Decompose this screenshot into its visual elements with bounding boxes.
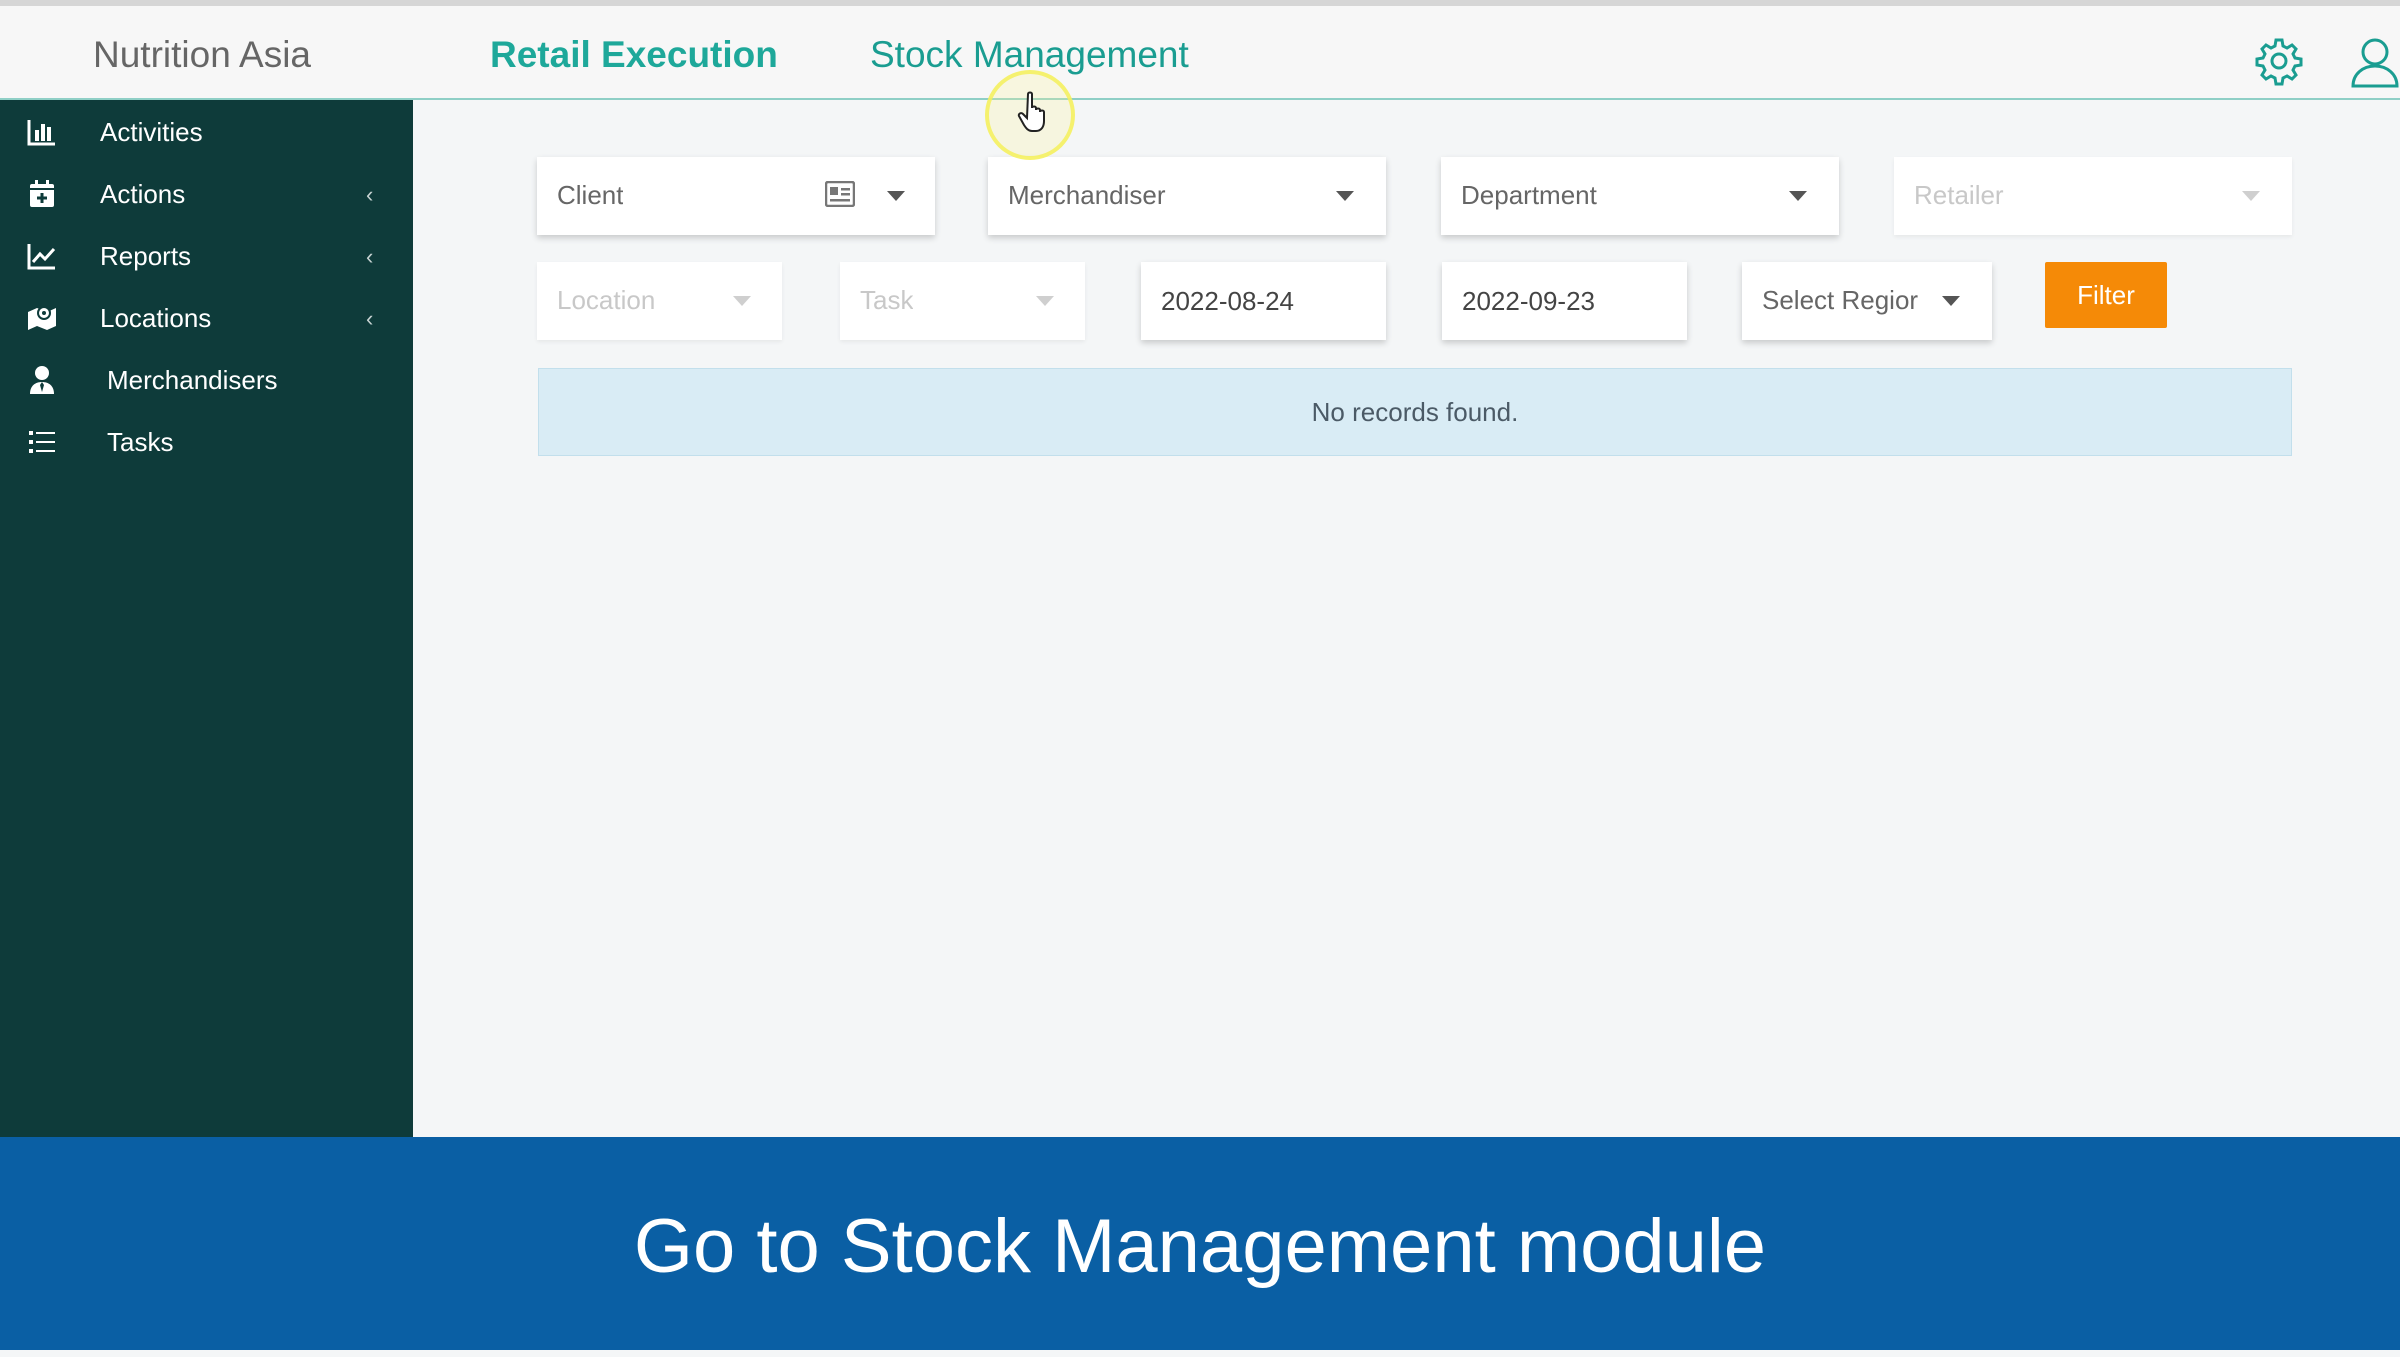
chevron-down-icon bbox=[733, 296, 751, 306]
chevron-down-icon bbox=[1789, 191, 1807, 201]
sidebar-item-tasks[interactable]: Tasks bbox=[0, 414, 413, 470]
department-select-value: Department bbox=[1461, 180, 1597, 210]
user-icon[interactable] bbox=[2350, 36, 2400, 88]
id-card-icon bbox=[825, 181, 855, 207]
sidebar-item-locations[interactable]: Locations ‹ bbox=[0, 290, 413, 346]
no-records-alert: No records found. bbox=[538, 368, 2292, 456]
sidebar-item-label: Reports bbox=[100, 241, 192, 271]
sidebar-item-label: Locations bbox=[100, 303, 212, 333]
sidebar-item-activities[interactable]: Activities bbox=[0, 104, 413, 160]
merchandiser-select-value: Merchandiser bbox=[1008, 180, 1166, 210]
sidebar-item-label: Activities bbox=[100, 117, 203, 147]
brand-name[interactable]: Nutrition Asia bbox=[93, 34, 311, 76]
date-to-input[interactable]: 2022-09-23 bbox=[1442, 262, 1687, 340]
sidebar-item-merchandisers[interactable]: Merchandisers bbox=[0, 352, 413, 408]
task-select[interactable]: Task bbox=[840, 262, 1085, 340]
list-icon bbox=[29, 431, 55, 453]
sidebar: Activities Actions ‹ Reports ‹ Locations… bbox=[0, 100, 413, 1137]
sidebar-item-label: Actions bbox=[100, 179, 186, 209]
top-navbar: Nutrition Asia Retail Execution Stock Ma… bbox=[0, 0, 2400, 100]
line-chart-icon bbox=[27, 244, 56, 270]
region-select[interactable]: Select Regior bbox=[1742, 262, 1992, 340]
caption-banner: Go to Stock Management module bbox=[0, 1137, 2400, 1350]
date-to-value: 2022-09-23 bbox=[1462, 286, 1595, 316]
user-tie-icon bbox=[30, 366, 54, 394]
chevron-down-icon bbox=[1942, 296, 1960, 306]
sidebar-item-actions[interactable]: Actions ‹ bbox=[0, 166, 413, 222]
task-select-value: Task bbox=[860, 285, 914, 315]
filter-button[interactable]: Filter bbox=[2045, 262, 2167, 328]
chevron-down-icon bbox=[1036, 296, 1054, 306]
gear-icon[interactable] bbox=[2254, 36, 2304, 86]
bar-chart-icon bbox=[27, 120, 55, 146]
client-select[interactable]: Client bbox=[537, 157, 935, 235]
merchandiser-select[interactable]: Merchandiser bbox=[988, 157, 1386, 235]
calendar-plus-icon bbox=[30, 180, 54, 207]
date-from-value: 2022-08-24 bbox=[1161, 286, 1294, 316]
main-content: Client Merchandiser Department Retailer … bbox=[413, 100, 2400, 1137]
region-select-value: Select Regior bbox=[1762, 285, 1919, 315]
date-from-input[interactable]: 2022-08-24 bbox=[1141, 262, 1386, 340]
sidebar-item-label: Merchandisers bbox=[107, 365, 278, 395]
chevron-down-icon bbox=[2242, 191, 2260, 201]
chevron-left-icon: ‹ bbox=[366, 306, 374, 331]
sidebar-item-reports[interactable]: Reports ‹ bbox=[0, 228, 413, 284]
location-select[interactable]: Location bbox=[537, 262, 782, 340]
chevron-down-icon bbox=[1336, 191, 1354, 201]
location-select-value: Location bbox=[557, 285, 656, 315]
client-select-value: Client bbox=[557, 180, 624, 210]
tab-retail-execution[interactable]: Retail Execution bbox=[490, 34, 778, 76]
chevron-left-icon: ‹ bbox=[366, 182, 374, 207]
retailer-select-value: Retailer bbox=[1914, 180, 2004, 210]
sidebar-item-label: Tasks bbox=[107, 427, 174, 457]
map-icon bbox=[28, 306, 56, 330]
chevron-left-icon: ‹ bbox=[366, 244, 374, 269]
chevron-down-icon bbox=[887, 191, 905, 201]
retailer-select[interactable]: Retailer bbox=[1894, 157, 2292, 235]
hand-cursor-icon bbox=[1017, 91, 1045, 132]
department-select[interactable]: Department bbox=[1441, 157, 1839, 235]
